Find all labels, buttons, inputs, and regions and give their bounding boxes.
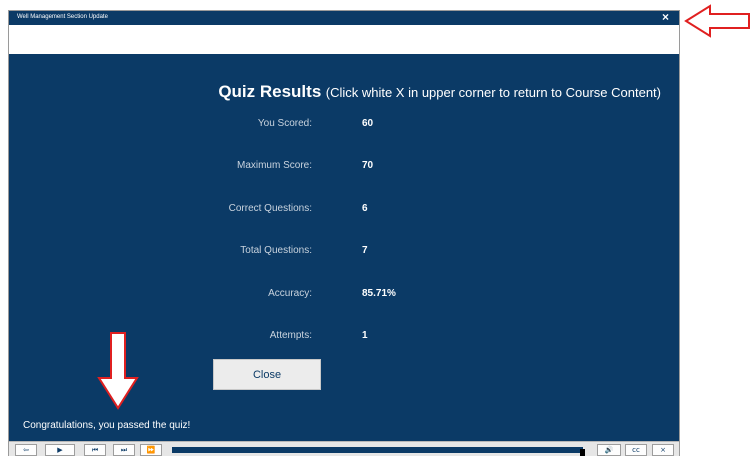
quiz-subtitle: (Click white X in upper corner to return…: [325, 85, 661, 100]
max-score-value: 70: [362, 160, 374, 171]
pass-message: Congratulations, you passed the quiz!: [23, 420, 191, 431]
player-close-icon[interactable]: ×: [652, 444, 674, 456]
progress-bar[interactable]: [172, 447, 583, 453]
down-arrow-icon: [97, 332, 139, 410]
score-value: 60: [362, 118, 374, 129]
play-icon[interactable]: ▶: [45, 444, 75, 456]
accuracy-value: 85.71%: [362, 288, 396, 299]
left-arrow-icon: [684, 4, 750, 38]
attempts-value: 1: [362, 330, 368, 341]
previous-icon[interactable]: ⏮: [84, 444, 106, 456]
volume-icon[interactable]: 🔊: [597, 444, 621, 456]
quiz-title: Quiz Results: [218, 82, 322, 101]
next-icon[interactable]: ⏭: [113, 444, 135, 456]
header-strip: [9, 25, 679, 54]
quiz-heading: Quiz Results (Click white X in upper cor…: [9, 82, 661, 102]
window-title: Well Management Section Update: [17, 14, 108, 20]
score-label: You Scored:: [257, 118, 312, 129]
playback-control-bar: ⇦ ▶ ⏮ ⏭ ⏩ 🔊 cc ×: [9, 441, 679, 456]
total-questions-value: 7: [362, 245, 368, 256]
accuracy-label: Accuracy:: [268, 288, 312, 299]
correct-questions-label: Correct Questions:: [228, 203, 312, 214]
progress-handle[interactable]: [580, 449, 585, 456]
title-bar: Well Management Section Update ×: [9, 10, 679, 25]
correct-questions-value: 6: [362, 203, 368, 214]
closed-captions-button[interactable]: cc: [625, 444, 647, 456]
exit-icon[interactable]: ⇦: [15, 444, 37, 456]
fast-forward-icon[interactable]: ⏩: [140, 444, 162, 456]
total-questions-label: Total Questions:: [240, 245, 312, 256]
max-score-label: Maximum Score:: [236, 160, 312, 171]
window-close-icon[interactable]: ×: [662, 10, 669, 24]
close-button[interactable]: Close: [213, 359, 321, 390]
attempts-label: Attempts:: [269, 330, 312, 341]
